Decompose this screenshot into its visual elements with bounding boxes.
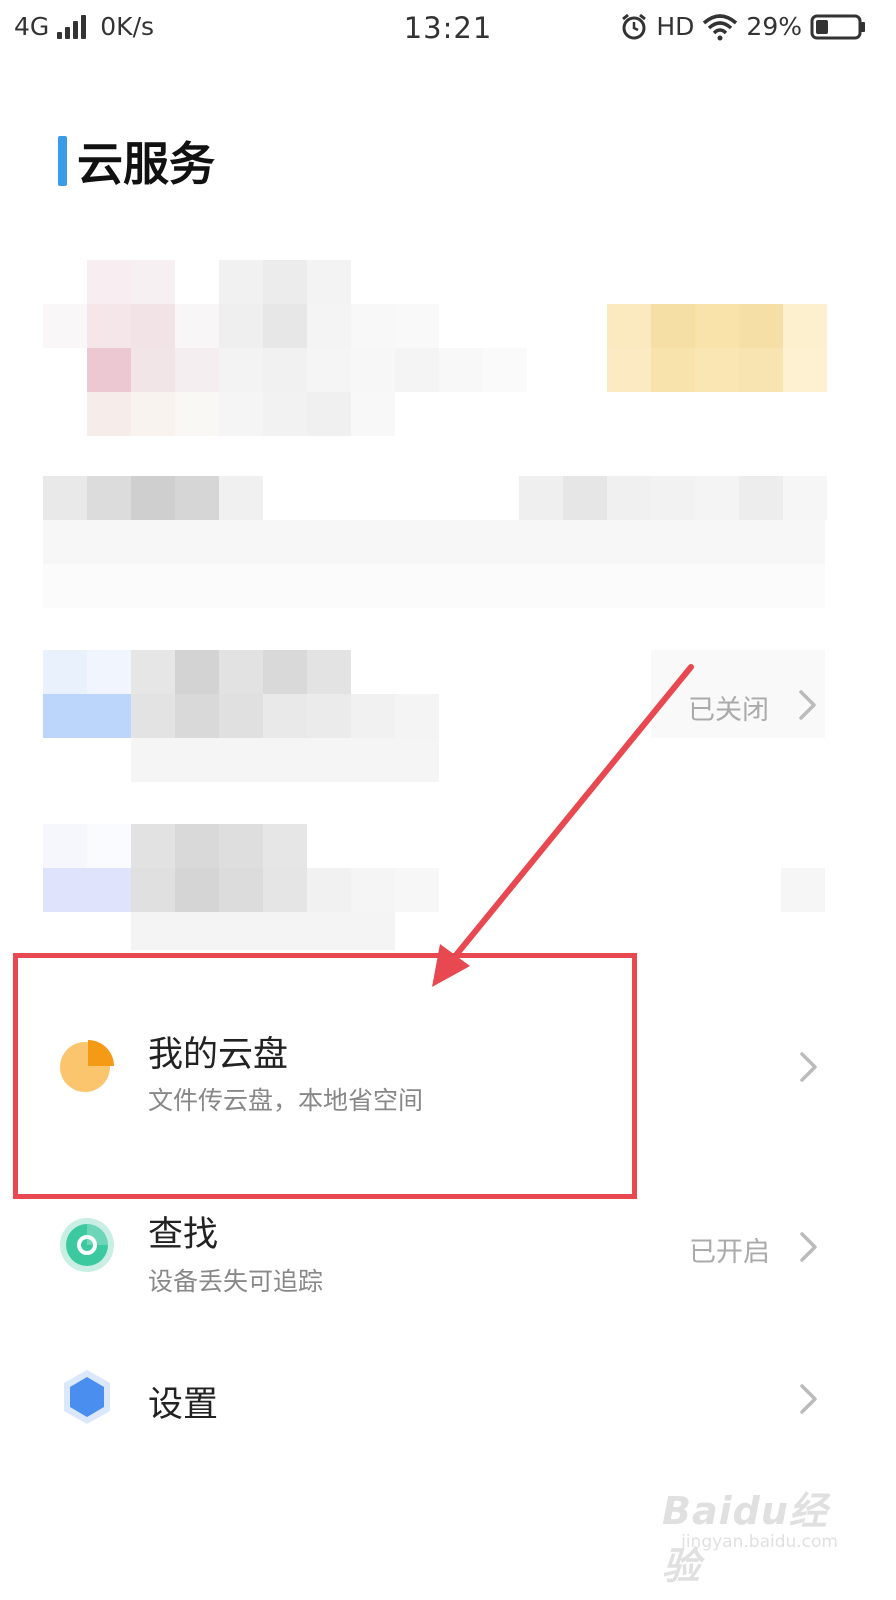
baidu-watermark: Baidu经验 jingyan.baidu.com	[662, 1480, 838, 1588]
watermark-url: jingyan.baidu.com	[681, 1532, 838, 1552]
annotation-arrow-icon	[432, 664, 694, 987]
